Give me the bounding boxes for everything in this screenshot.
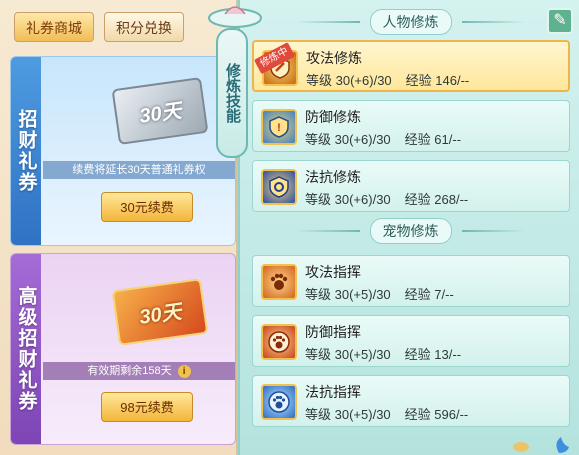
- skill-exp: 7/--: [434, 287, 454, 302]
- skill-resist-cultivation[interactable]: 法抗修炼 等级 30(+6)/30 经验 268/--: [252, 160, 570, 212]
- skill-defense-cultivation[interactable]: ! 防御修炼 等级 30(+6)/30 经验 61/--: [252, 100, 570, 152]
- tab-voucher-mall[interactable]: 礼券商城: [14, 12, 94, 42]
- flame-ornament-icon: [513, 437, 569, 453]
- renew-30-button[interactable]: 30元续费: [101, 192, 193, 222]
- skill-name: 防御修炼: [305, 109, 361, 125]
- defense-shield-icon: !: [261, 109, 297, 145]
- skill-attack-command[interactable]: 攻法指挥 等级 30(+5)/30 经验 7/--: [252, 255, 570, 307]
- skill-exp: 13/--: [434, 347, 462, 362]
- skill-resist-command[interactable]: 法抗指挥 等级 30(+5)/30 经验 596/--: [252, 375, 570, 427]
- skill-level: 30(+5)/30: [334, 407, 391, 422]
- tab-points-exchange[interactable]: 积分兑换: [104, 12, 184, 42]
- attack-paw-icon: [261, 264, 297, 300]
- card-title: 招财礼券: [11, 57, 41, 245]
- shop-panel: 礼券商城 积分兑换 招财礼券 30天 续费将延长30天普通礼券权 30元续费 高…: [0, 0, 238, 455]
- skill-level: 30(+5)/30: [334, 287, 391, 302]
- skill-level: 30(+6)/30: [334, 132, 391, 147]
- card-title: 高级招财礼券: [11, 254, 41, 444]
- fortune-voucher-card: 招财礼券 30天 续费将延长30天普通礼券权 30元续费: [10, 56, 236, 246]
- premium-fortune-voucher-card: 高级招财礼券 30天 有效期剩余158天 i 98元续费: [10, 253, 236, 445]
- skill-defense-command[interactable]: 防御指挥 等级 30(+5)/30 经验 13/--: [252, 315, 570, 367]
- resist-shield-icon: [261, 169, 297, 205]
- skill-exp: 146/--: [435, 73, 470, 88]
- defense-paw-icon: [261, 324, 297, 360]
- silver-voucher-image: 30天: [111, 77, 209, 145]
- skill-exp: 61/--: [434, 132, 462, 147]
- svg-text:!: !: [277, 122, 281, 134]
- card-note: 有效期剩余158天 i: [43, 362, 235, 380]
- skill-stats: 等级 30(+6)/30 经验 61/--: [305, 132, 462, 147]
- pet-section-header: 宠物修炼: [240, 218, 579, 244]
- resist-paw-icon: [261, 384, 297, 420]
- skill-level: 30(+6)/30: [334, 192, 391, 207]
- cultivation-panel: 人物修炼 ✎ 修炼中 攻法修炼 等级 30(+6)/30 经验 146/-- ! …: [238, 0, 579, 455]
- skill-exp: 268/--: [434, 192, 469, 207]
- skill-name: 防御指挥: [305, 324, 361, 340]
- edit-icon[interactable]: ✎: [547, 8, 573, 34]
- skill-name: 法抗指挥: [305, 384, 361, 400]
- skill-name: 攻法指挥: [305, 264, 361, 280]
- validity-text: 有效期剩余158天: [87, 365, 172, 377]
- section-title: 人物修炼: [369, 9, 452, 35]
- skill-attack-cultivation[interactable]: 修炼中 攻法修炼 等级 30(+6)/30 经验 146/--: [252, 40, 570, 92]
- skill-level: 30(+5)/30: [334, 347, 391, 362]
- character-section-header: 人物修炼: [240, 9, 579, 35]
- skill-stats: 等级 30(+5)/30 经验 7/--: [305, 287, 454, 302]
- info-icon[interactable]: i: [177, 365, 191, 378]
- skill-name: 攻法修炼: [306, 50, 362, 66]
- lotus-ornament-icon: [208, 6, 262, 28]
- cultivation-skills-tab[interactable]: 修炼技能: [216, 28, 248, 158]
- skill-name: 法抗修炼: [305, 169, 361, 185]
- renew-98-button[interactable]: 98元续费: [101, 392, 193, 422]
- skill-stats: 等级 30(+5)/30 经验 596/--: [305, 407, 469, 422]
- skill-level: 30(+6)/30: [335, 73, 392, 88]
- skill-stats: 等级 30(+6)/30 经验 268/--: [305, 192, 469, 207]
- card-note: 续费将延长30天普通礼券权: [43, 161, 235, 179]
- gold-voucher-image: 30天: [111, 278, 209, 346]
- skill-stats: 等级 30(+5)/30 经验 13/--: [305, 347, 462, 362]
- skill-stats: 等级 30(+6)/30 经验 146/--: [306, 73, 470, 88]
- section-title: 宠物修炼: [369, 218, 452, 244]
- skill-exp: 596/--: [434, 407, 469, 422]
